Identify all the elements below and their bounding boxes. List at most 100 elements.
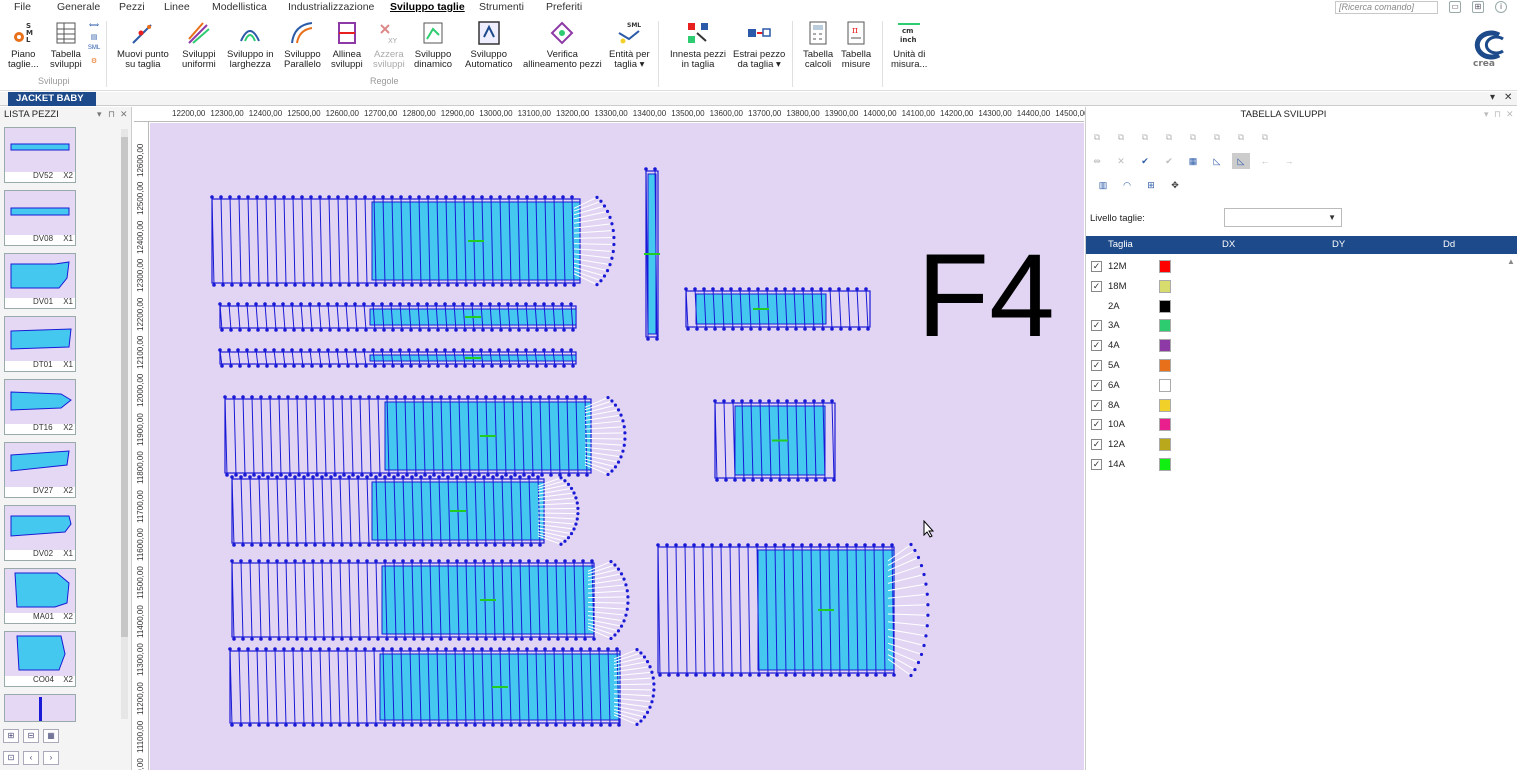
layout-icon[interactable]: ⊞ xyxy=(1472,1,1484,13)
size-color-swatch[interactable] xyxy=(1159,398,1171,412)
small-tool-1-icon[interactable]: ⟺ xyxy=(86,21,102,33)
menu-strumenti[interactable]: Strumenti xyxy=(479,1,524,13)
grade-fit-icon[interactable]: ⊞ xyxy=(1142,177,1160,193)
panel-close-icon[interactable]: ✕ xyxy=(120,109,128,120)
piece-thumbnail[interactable]: DV01 X1 xyxy=(4,253,76,309)
menu-file[interactable]: File xyxy=(14,1,31,13)
size-color-swatch[interactable] xyxy=(1159,458,1171,471)
tool-view-a-icon[interactable]: ⊞ xyxy=(3,729,19,743)
menu-pezzi[interactable]: Pezzi xyxy=(119,1,145,13)
grade-paste-icon[interactable]: ⧉ xyxy=(1160,129,1178,145)
innesta-pezzi-button[interactable]: Innesta pezzi in taglia xyxy=(670,19,726,70)
sviluppo-parallelo-button[interactable]: Sviluppo Parallelo xyxy=(284,19,321,70)
close-document-icon[interactable]: ✕ xyxy=(1504,92,1512,103)
sviluppo-automatico-button[interactable]: Sviluppo Automatico xyxy=(465,19,513,70)
size-row[interactable]: ✓ 10A xyxy=(1086,415,1517,435)
small-tool-4-icon[interactable]: ⚙ xyxy=(86,57,102,69)
small-sml-icon[interactable]: SML xyxy=(86,45,102,57)
menu-generale[interactable]: Generale xyxy=(57,1,100,13)
size-row[interactable]: ✓ 18M xyxy=(1086,277,1517,297)
piece-thumbnail[interactable]: DT01 X1 xyxy=(4,316,76,372)
menu-modellistica[interactable]: Modellistica xyxy=(212,1,267,13)
size-row[interactable]: ✓ 6A xyxy=(1086,376,1517,396)
prev-page-icon[interactable]: ‹ xyxy=(23,751,39,765)
size-visible-checkbox[interactable]: ✓ xyxy=(1091,379,1102,391)
size-row[interactable]: 2A xyxy=(1086,297,1517,317)
next-page-icon[interactable]: › xyxy=(43,751,59,765)
azzera-sviluppi-button[interactable]: XY Azzera sviluppi xyxy=(373,19,405,70)
grade-copy-x-icon[interactable]: ⧉ xyxy=(1112,129,1130,145)
grade-flip-v-icon[interactable]: ✕ xyxy=(1112,153,1130,169)
tabella-calcoli-button[interactable]: Tabella calcoli xyxy=(803,19,833,70)
allinea-sviluppi-button[interactable]: Allinea sviluppi xyxy=(331,19,363,70)
panel-menu-icon[interactable]: ▾ xyxy=(97,109,102,120)
size-visible-checkbox[interactable]: ✓ xyxy=(1091,360,1102,371)
col-dy[interactable]: DY xyxy=(1332,236,1345,254)
piece-thumbnail[interactable]: DV52 X2 xyxy=(4,127,76,183)
grade-copy-y-icon[interactable]: ⧉ xyxy=(1136,129,1154,145)
piece-thumbnail[interactable]: DT16 X2 xyxy=(4,379,76,435)
tool-view-c-icon[interactable]: ▦ xyxy=(43,729,59,743)
size-color-swatch[interactable] xyxy=(1159,260,1171,273)
document-tab-jacket-baby[interactable]: JACKET BABY xyxy=(8,92,96,106)
command-search-input[interactable]: [Ricerca comando] xyxy=(1335,1,1438,14)
size-visible-checkbox[interactable]: ✓ xyxy=(1091,320,1102,332)
piece-thumbnail[interactable]: MA01 X2 xyxy=(4,568,76,624)
menu-sviluppo-taglie[interactable]: Sviluppo taglie xyxy=(390,1,465,13)
piece-thumbnail-partial[interactable] xyxy=(4,694,76,722)
grade-check-icon[interactable]: ✔ xyxy=(1160,153,1178,169)
grade-back-icon[interactable]: ← xyxy=(1256,153,1274,169)
piece-thumbnail[interactable]: DV27 X2 xyxy=(4,442,76,498)
piece-thumbnail[interactable]: DV08 X1 xyxy=(4,190,76,246)
tool-view-d-icon[interactable]: ⊡ xyxy=(3,751,19,765)
piece-thumbnail[interactable]: CO04 X2 xyxy=(4,631,76,687)
small-tool-2-icon[interactable]: ▤ xyxy=(86,33,102,45)
size-visible-checkbox[interactable]: ✓ xyxy=(1091,439,1102,451)
size-visible-checkbox[interactable]: ✓ xyxy=(1091,459,1102,470)
unita-misura-button[interactable]: cm inch Unità di misura... xyxy=(891,19,927,70)
grade-sml-icon[interactable]: ▦ xyxy=(1184,153,1202,169)
entita-per-taglia-button[interactable]: SML Entità per taglia ▾ xyxy=(609,19,650,70)
size-color-swatch[interactable] xyxy=(1159,418,1171,432)
grade-ruler-active-icon[interactable]: ◺ xyxy=(1232,153,1250,169)
size-row[interactable]: ✓ 12M xyxy=(1086,257,1517,277)
rp-pin-icon[interactable]: ⊓ xyxy=(1494,109,1501,120)
rp-close-icon[interactable]: ✕ xyxy=(1506,109,1514,120)
size-color-swatch[interactable] xyxy=(1159,438,1171,452)
tool-view-b-icon[interactable]: ⊟ xyxy=(23,729,39,743)
tab-list-dropdown-icon[interactable]: ▾ xyxy=(1490,92,1495,103)
info-icon[interactable]: i xyxy=(1495,1,1507,13)
grade-mirror-icon[interactable]: ⧉ xyxy=(1232,129,1250,145)
grade-forward-icon[interactable]: → xyxy=(1280,153,1298,169)
col-dx[interactable]: DX xyxy=(1222,236,1235,254)
grade-move-icon[interactable]: ✥ xyxy=(1166,177,1184,193)
grade-more-icon[interactable]: ⧉ xyxy=(1256,129,1274,145)
pattern-drawing[interactable]: F4 xyxy=(150,123,1084,770)
size-visible-checkbox[interactable]: ✓ xyxy=(1091,280,1102,292)
piano-taglie-button[interactable]: S M L Piano taglie... xyxy=(8,19,39,70)
piece-thumbnail[interactable]: DV02 X1 xyxy=(4,505,76,561)
size-visible-checkbox[interactable]: ✓ xyxy=(1091,261,1102,272)
col-dd[interactable]: Dd xyxy=(1443,236,1455,254)
size-visible-checkbox[interactable]: ✓ xyxy=(1091,399,1102,411)
sviluppo-dinamico-button[interactable]: Sviluppo dinamico xyxy=(414,19,452,70)
size-row[interactable]: ✓ 5A xyxy=(1086,356,1517,376)
col-taglia[interactable]: Taglia xyxy=(1108,236,1133,254)
menu-linee[interactable]: Linee xyxy=(164,1,190,13)
panel-pin-icon[interactable]: ⊓ xyxy=(108,109,115,120)
size-row[interactable]: ✓ 4A xyxy=(1086,336,1517,356)
size-color-swatch[interactable] xyxy=(1159,279,1171,293)
grade-paste-x-icon[interactable]: ⧉ xyxy=(1184,129,1202,145)
muovi-punto-button[interactable]: Muovi punto su taglia xyxy=(117,19,169,70)
size-color-swatch[interactable] xyxy=(1159,359,1171,372)
size-color-swatch[interactable] xyxy=(1159,378,1171,392)
rp-menu-icon[interactable]: ▾ xyxy=(1484,109,1489,120)
pieces-scrollbar[interactable] xyxy=(121,129,128,719)
sviluppi-uniformi-button[interactable]: Sviluppi uniformi xyxy=(182,19,216,70)
graded-pieces-drawing[interactable] xyxy=(150,123,1084,770)
tabella-sviluppi-button[interactable]: Tabella sviluppi xyxy=(50,19,82,70)
size-row[interactable]: ✓ 12A xyxy=(1086,435,1517,455)
size-color-swatch[interactable] xyxy=(1159,299,1171,313)
size-level-select[interactable]: ▼ xyxy=(1224,208,1342,227)
grade-curve-icon[interactable]: ◠ xyxy=(1118,177,1136,193)
